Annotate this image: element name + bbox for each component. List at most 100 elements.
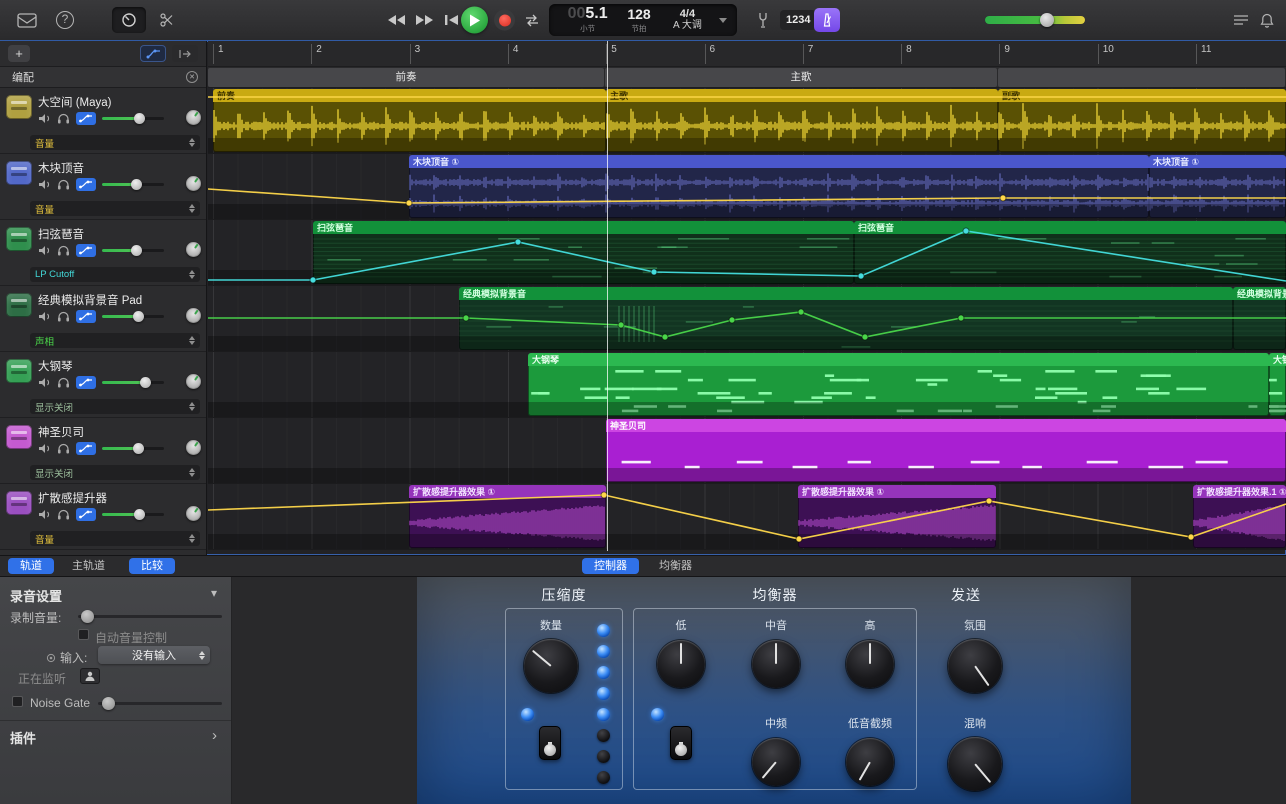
automation-mode-button[interactable] <box>76 442 96 455</box>
track-name[interactable]: 经典模拟背景音 Pad <box>38 292 200 308</box>
tab-eq[interactable]: 均衡器 <box>647 558 704 574</box>
track-name[interactable]: 扫弦琶音 <box>38 226 200 242</box>
pan-knob[interactable] <box>186 374 201 389</box>
track-header[interactable]: 木块顶音音量 <box>0 154 206 220</box>
catch-playhead-button[interactable] <box>172 45 198 62</box>
automation-param-select[interactable]: 显示关闭 <box>30 399 200 414</box>
automation-mode-button[interactable] <box>76 244 96 257</box>
chevron-right-icon[interactable]: › <box>212 727 217 744</box>
help-icon[interactable]: ? <box>52 7 78 33</box>
eq-mid-knob[interactable] <box>752 640 800 688</box>
track-volume-slider[interactable] <box>102 315 164 318</box>
noise-gate-knob[interactable] <box>102 697 115 710</box>
mute-button[interactable] <box>38 377 51 388</box>
recording-settings-title[interactable]: 录音设置 <box>10 586 62 605</box>
arrangement-section[interactable]: 前奏 <box>208 68 604 87</box>
mute-button[interactable] <box>38 311 51 322</box>
mute-button[interactable] <box>38 113 51 124</box>
solo-button[interactable] <box>57 443 70 454</box>
solo-button[interactable] <box>57 113 70 124</box>
track-volume-slider[interactable] <box>102 249 164 252</box>
track-name[interactable]: 大钢琴 <box>38 358 200 374</box>
automation-param-select[interactable]: 音量 <box>30 531 200 546</box>
playhead[interactable] <box>607 41 608 551</box>
eq-high-knob[interactable] <box>846 640 894 688</box>
lcd-chevron-icon[interactable] <box>719 18 727 23</box>
lcd-display[interactable]: 005.1 小节 128 节拍 4/4 A 大调 <box>549 4 737 36</box>
input-select[interactable]: 没有输入 <box>98 646 210 664</box>
volume-knob[interactable] <box>133 443 144 454</box>
library-icon[interactable] <box>14 7 40 33</box>
track-volume-slider[interactable] <box>102 183 164 186</box>
show-automation-button[interactable] <box>140 45 166 62</box>
solo-button[interactable] <box>57 509 70 520</box>
compare-button[interactable]: 比较 <box>129 558 175 574</box>
sends-ambience-knob[interactable] <box>948 639 1002 693</box>
monitoring-button[interactable] <box>80 668 100 684</box>
solo-button[interactable] <box>57 311 70 322</box>
track-header[interactable]: 大钢琴显示关闭 <box>0 352 206 418</box>
automation-param-select[interactable]: 声相 <box>30 333 200 348</box>
noise-gate-slider[interactable] <box>98 702 222 705</box>
track-header[interactable]: 神圣贝司显示关闭 <box>0 418 206 484</box>
eq-midfreq-knob[interactable] <box>752 738 800 786</box>
pan-knob[interactable] <box>186 242 201 257</box>
automation-mode-button[interactable] <box>76 112 96 125</box>
media-list-icon[interactable] <box>1228 7 1254 33</box>
track-name[interactable]: 神圣贝司 <box>38 424 200 440</box>
track-name[interactable]: 木块顶音 <box>38 160 200 176</box>
notifications-icon[interactable] <box>1254 7 1280 33</box>
compressor-amount-knob[interactable] <box>524 639 578 693</box>
chevron-down-icon[interactable]: ▾ <box>211 586 217 600</box>
tab-master[interactable]: 主轨道 <box>60 558 117 574</box>
lcd-tempo[interactable]: 128 节拍 <box>618 6 660 34</box>
automation-param-select[interactable]: LP Cutoff <box>30 267 200 282</box>
pan-knob[interactable] <box>186 440 201 455</box>
metronome-button[interactable] <box>814 8 840 32</box>
track-volume-slider[interactable] <box>102 381 164 384</box>
mute-button[interactable] <box>38 443 51 454</box>
forward-button[interactable] <box>411 7 437 33</box>
solo-button[interactable] <box>57 377 70 388</box>
automation-param-select[interactable]: 显示关闭 <box>30 465 200 480</box>
eq-switch[interactable] <box>670 726 692 760</box>
automation-mode-button[interactable] <box>76 376 96 389</box>
volume-knob[interactable] <box>134 509 145 520</box>
track-name[interactable]: 大空间 (Maya) <box>38 94 200 110</box>
auto-volume-checkbox[interactable] <box>78 629 89 640</box>
arrangement-section[interactable] <box>998 68 1285 87</box>
count-in-button[interactable]: 1234 <box>780 10 816 30</box>
pan-knob[interactable] <box>186 506 201 521</box>
volume-knob[interactable] <box>134 113 145 124</box>
sends-reverb-knob[interactable] <box>948 737 1002 791</box>
plugins-title[interactable]: 插件 <box>10 728 36 747</box>
volume-knob[interactable] <box>133 311 144 322</box>
tuning-fork-icon[interactable] <box>750 7 776 33</box>
solo-button[interactable] <box>57 245 70 256</box>
ruler[interactable]: 1234567891011 <box>208 41 1286 67</box>
solo-button[interactable] <box>57 179 70 190</box>
play-button[interactable] <box>461 7 488 34</box>
editors-button[interactable] <box>154 7 180 33</box>
pan-knob[interactable] <box>186 110 201 125</box>
track-header[interactable]: 扫弦琶音 LP Cutoff <box>0 220 206 286</box>
tab-tracks[interactable]: 轨道 <box>8 558 54 574</box>
eq-lowcut-knob[interactable] <box>846 738 894 786</box>
volume-knob[interactable] <box>131 179 142 190</box>
track-volume-slider[interactable] <box>102 117 164 120</box>
tab-controls[interactable]: 控制器 <box>582 558 639 574</box>
master-volume-knob[interactable] <box>1040 13 1054 27</box>
automation-mode-button[interactable] <box>76 508 96 521</box>
master-volume-slider[interactable] <box>985 16 1085 24</box>
record-volume-slider[interactable] <box>78 615 222 618</box>
arrangement-track-header[interactable]: 编配 ✕ <box>0 67 206 88</box>
volume-knob[interactable] <box>140 377 151 388</box>
pan-knob[interactable] <box>186 176 201 191</box>
volume-knob[interactable] <box>131 245 142 256</box>
eq-low-knob[interactable] <box>657 640 705 688</box>
arrangement-close-icon[interactable]: ✕ <box>186 71 198 83</box>
record-button[interactable] <box>494 10 515 31</box>
track-header[interactable]: 大空间 (Maya) 音量 <box>0 88 206 154</box>
track-name[interactable]: 扩散感提升器 <box>38 490 200 506</box>
automation-param-select[interactable]: 音量 <box>30 135 200 150</box>
